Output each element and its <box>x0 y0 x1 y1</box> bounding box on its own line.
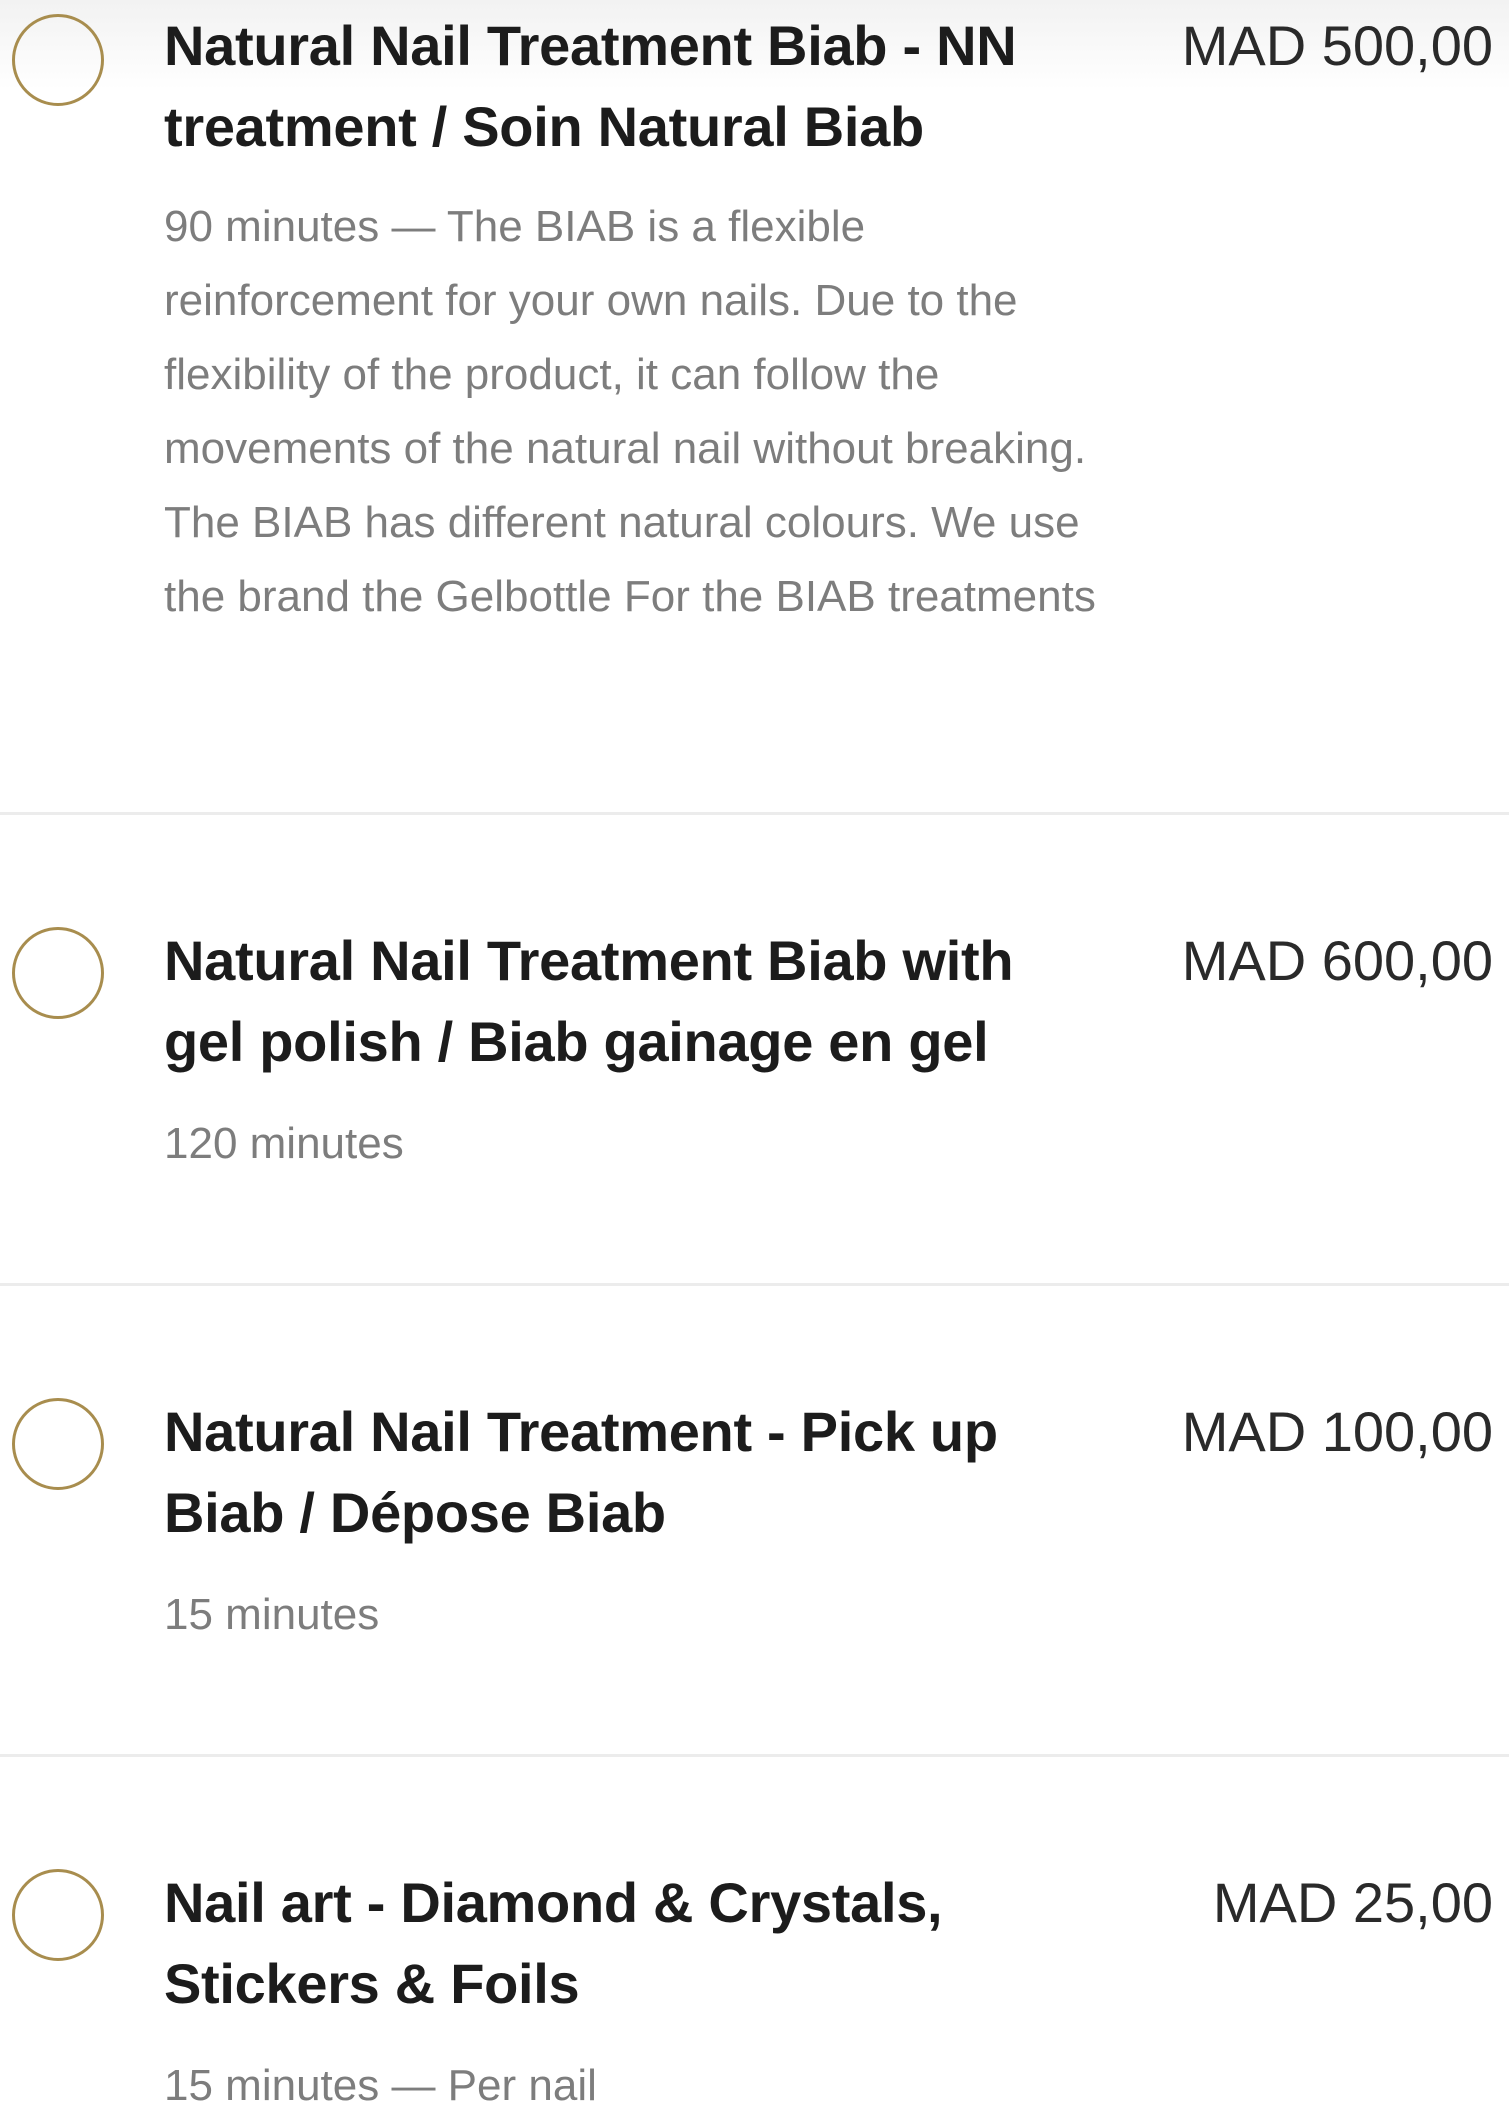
service-select-radio[interactable] <box>12 1869 104 1961</box>
service-description: 90 minutes — The BIAB is a flexible rein… <box>164 202 1096 621</box>
service-title: Natural Nail Treatment Biab with gel pol… <box>164 929 1014 1073</box>
service-price: MAD 100,00 <box>1181 1400 1493 1463</box>
service-description: 120 minutes <box>164 1119 404 1168</box>
service-price: MAD 25,00 <box>1212 1871 1493 1934</box>
service-item[interactable]: Nail art - Diamond & Crystals, Stickers … <box>0 1757 1509 2110</box>
service-price: MAD 600,00 <box>1181 929 1493 992</box>
service-title: Nail art - Diamond & Crystals, Stickers … <box>164 1871 943 2015</box>
service-description: 15 minutes — Per nail <box>164 2061 597 2110</box>
service-price: MAD 500,00 <box>1181 14 1493 77</box>
service-select-radio[interactable] <box>12 14 104 106</box>
service-item[interactable]: Natural Nail Treatment Biab with gel pol… <box>0 815 1509 1285</box>
service-select-radio[interactable] <box>12 927 104 1019</box>
service-select-radio[interactable] <box>12 1398 104 1490</box>
service-title: Natural Nail Treatment Biab - NN treatme… <box>164 14 1017 158</box>
service-item[interactable]: Natural Nail Treatment Biab - NN treatme… <box>0 0 1509 815</box>
service-title: Natural Nail Treatment - Pick up Biab / … <box>164 1400 998 1544</box>
service-description: 15 minutes <box>164 1590 380 1639</box>
service-item[interactable]: Natural Nail Treatment - Pick up Biab / … <box>0 1285 1509 1757</box>
